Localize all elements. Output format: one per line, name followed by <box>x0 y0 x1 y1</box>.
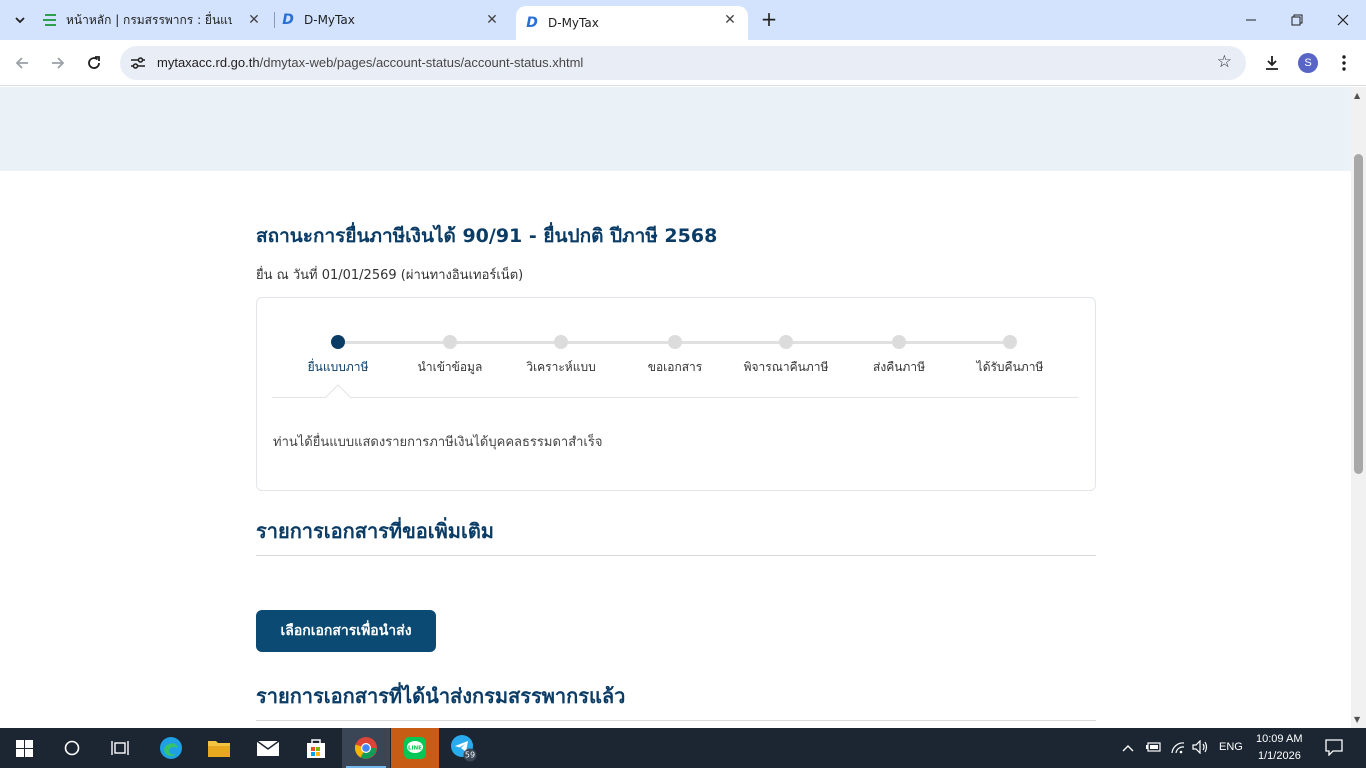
rd-favicon-icon <box>42 12 58 28</box>
tab-close-icon[interactable]: ✕ <box>484 12 500 28</box>
vertical-scrollbar[interactable]: ▲ ▼ <box>1351 87 1366 728</box>
status-message: ท่านได้ยื่นแบบแสดงรายการภาษีเงินได้บุคคล… <box>273 435 603 450</box>
step-label-1[interactable]: ยื่นแบบภาษี <box>308 358 369 377</box>
step-dot-5 <box>779 335 793 349</box>
windows-taskbar: LINE 59 ENG 10:09 AM 1/1/2026 <box>0 728 1366 768</box>
tab-title: หน้าหลัก | กรมสรรพากร : ยื่นแบบผ่า <box>66 12 232 27</box>
telegram-icon[interactable]: 59 <box>440 728 488 768</box>
step-label-4[interactable]: ขอเอกสาร <box>648 358 703 377</box>
tab-separator <box>274 12 275 28</box>
step-label-5[interactable]: พิจารณาคืนภาษี <box>744 358 829 377</box>
step-label-2[interactable]: นำเข้าข้อมูล <box>418 358 483 377</box>
header-banner <box>0 87 1351 171</box>
wifi-icon[interactable] <box>1170 740 1186 758</box>
tab-dmytax-1[interactable]: D D-MyTax ✕ <box>280 0 510 40</box>
tab-dmytax-active[interactable]: D D-MyTax ✕ <box>516 6 748 40</box>
notification-icon[interactable] <box>1325 739 1343 760</box>
tab-rd-home[interactable]: หน้าหลัก | กรมสรรพากร : ยื่นแบบผ่า ✕ <box>42 0 272 40</box>
svg-text:LINE: LINE <box>408 746 422 752</box>
back-arrow-icon[interactable] <box>9 50 35 76</box>
minimize-icon[interactable] <box>1228 0 1274 40</box>
status-card <box>256 297 1096 491</box>
step-label-7[interactable]: ได้รับคืนภาษี <box>977 358 1044 377</box>
browser-tab-bar: หน้าหลัก | กรมสรรพากร : ยื่นแบบผ่า ✕ D D… <box>0 0 1366 40</box>
profile-avatar[interactable]: S <box>1298 53 1318 73</box>
clock-time[interactable]: 10:09 AM <box>1256 733 1302 745</box>
select-documents-button[interactable]: เลือกเอกสารเพื่อนำส่ง <box>256 610 436 652</box>
restore-icon[interactable] <box>1274 0 1320 40</box>
section-rule <box>256 555 1096 556</box>
file-explorer-icon[interactable] <box>195 728 243 768</box>
step-label-3[interactable]: วิเคราะห์แบบ <box>526 358 595 377</box>
clock-date[interactable]: 1/1/2026 <box>1258 750 1301 762</box>
scroll-thumb[interactable] <box>1354 154 1363 474</box>
requested-docs-title: รายการเอกสารที่ขอเพิ่มเติม <box>256 519 494 543</box>
tab-title: D-MyTax <box>304 13 355 27</box>
url-path: /dmytax-web/pages/account-status/account… <box>259 55 584 70</box>
store-icon[interactable] <box>292 728 340 768</box>
page-viewport: สถานะการยื่นภาษีเงินได้ 90/91 - ยื่นปกติ… <box>0 87 1351 728</box>
step-label-6[interactable]: ส่งคืนภาษี <box>873 358 925 377</box>
bookmark-star-icon[interactable]: ☆ <box>1217 52 1232 72</box>
tray-chevron-up-icon[interactable] <box>1121 741 1135 757</box>
reload-icon[interactable] <box>81 50 107 76</box>
address-bar[interactable]: mytaxacc.rd.go.th/dmytax-web/pages/accou… <box>120 46 1246 80</box>
line-app-icon[interactable]: LINE <box>391 728 439 768</box>
tab-title: D-MyTax <box>548 16 599 30</box>
chrome-icon[interactable] <box>342 728 390 768</box>
forward-arrow-icon[interactable] <box>45 50 71 76</box>
url-text: mytaxacc.rd.go.th/dmytax-web/pages/accou… <box>157 55 583 70</box>
windows-start-icon[interactable] <box>0 728 48 768</box>
close-window-icon[interactable] <box>1320 0 1366 40</box>
speaker-icon[interactable] <box>1192 739 1209 758</box>
card-divider <box>272 397 1078 398</box>
step-dot-4 <box>668 335 682 349</box>
section-rule <box>256 720 1096 721</box>
dmytax-favicon-icon: D <box>282 12 294 28</box>
tab-close-icon[interactable]: ✕ <box>246 12 262 28</box>
telegram-badge-count: 59 <box>465 751 475 760</box>
step-dot-2 <box>443 335 457 349</box>
mail-icon[interactable] <box>244 728 292 768</box>
battery-icon[interactable] <box>1145 741 1161 757</box>
download-icon[interactable] <box>1260 51 1284 75</box>
url-host: mytaxacc.rd.go.th <box>157 55 260 70</box>
step-dot-3 <box>554 335 568 349</box>
tab-search-chevron-icon[interactable] <box>8 8 32 32</box>
submitted-docs-title: รายการเอกสารที่ได้นำส่งกรมสรรพากรแล้ว <box>256 684 626 708</box>
browser-toolbar: mytaxacc.rd.go.th/dmytax-web/pages/accou… <box>0 40 1366 86</box>
tab-close-icon[interactable]: ✕ <box>722 12 738 28</box>
language-indicator[interactable]: ENG <box>1219 741 1243 753</box>
scroll-up-icon[interactable]: ▲ <box>1354 91 1360 100</box>
step-dot-1 <box>331 335 345 349</box>
page-title: สถานะการยื่นภาษีเงินได้ 90/91 - ยื่นปกติ… <box>256 225 718 247</box>
filed-date-text: ยื่น ณ วันที่ 01/01/2569 (ผ่านทางอินเทอร… <box>256 268 524 283</box>
scroll-down-icon[interactable]: ▼ <box>1354 715 1360 724</box>
step-dot-6 <box>892 335 906 349</box>
step-dot-7 <box>1003 335 1017 349</box>
task-view-icon[interactable] <box>96 728 144 768</box>
site-settings-icon[interactable] <box>128 53 148 73</box>
search-circle-icon[interactable] <box>48 728 96 768</box>
dmytax-favicon-icon: D <box>526 15 538 31</box>
edge-browser-icon[interactable] <box>147 728 195 768</box>
menu-kebab-icon[interactable] <box>1332 51 1356 75</box>
new-tab-button[interactable]: + <box>758 8 780 30</box>
